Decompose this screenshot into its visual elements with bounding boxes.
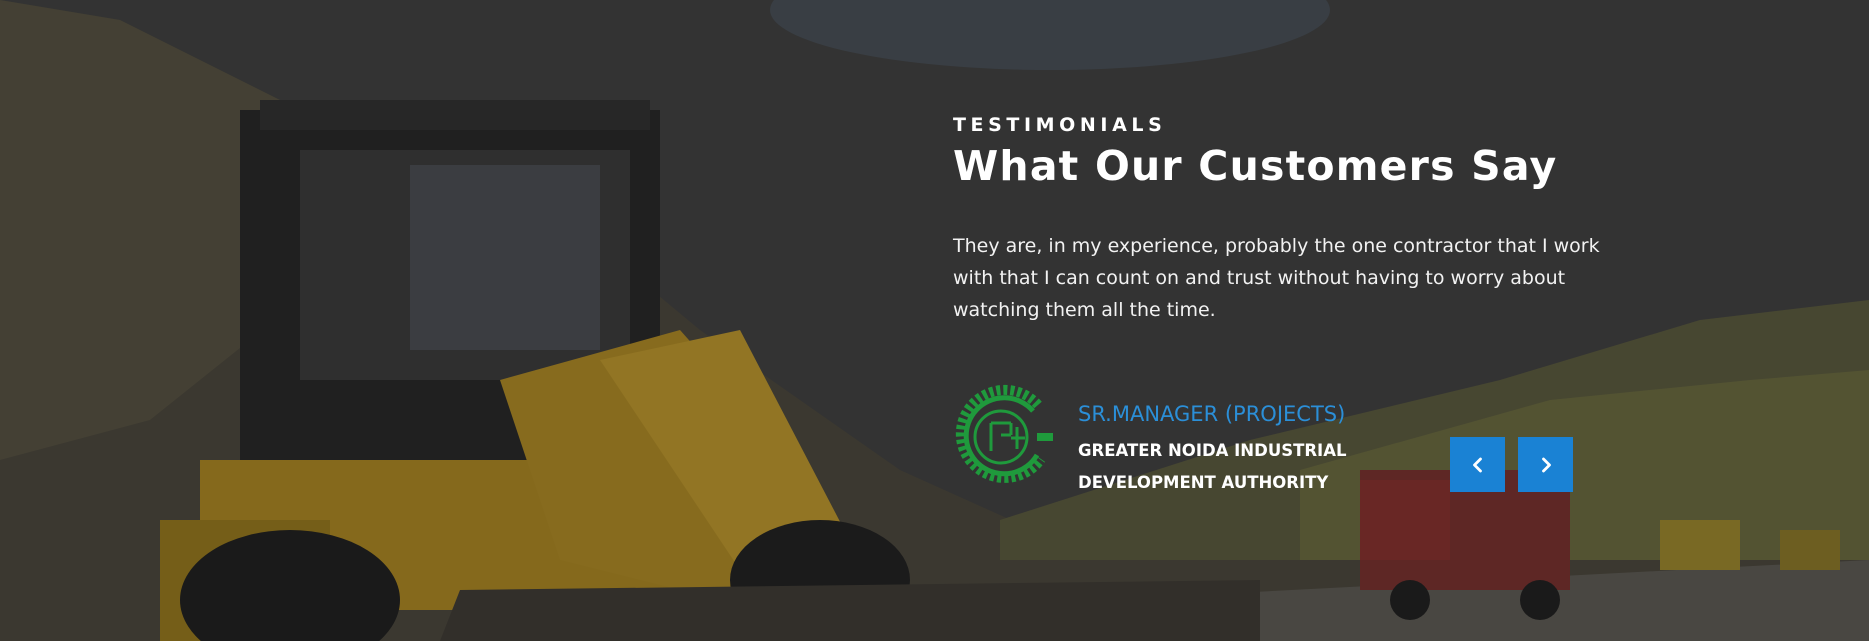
section-heading: What Our Customers Say: [953, 142, 1558, 190]
testimonial-content: TESTIMONIALS What Our Customers Say They…: [953, 114, 1653, 326]
next-testimonial-button[interactable]: [1518, 437, 1573, 492]
testimonials-section: TESTIMONIALS What Our Customers Say They…: [0, 0, 1869, 641]
chevron-left-icon: [1472, 457, 1482, 472]
chevron-right-icon: [1541, 457, 1551, 472]
testimonial-quote: They are, in my experience, probably the…: [953, 235, 1600, 321]
author-role: SR.MANAGER (PROJECTS): [1078, 402, 1346, 426]
section-eyebrow: TESTIMONIALS: [953, 114, 1167, 136]
gnida-logo-icon: [955, 384, 1053, 483]
author-organization: GREATER NOIDA INDUSTRIAL DEVELOPMENT AUT…: [1078, 441, 1347, 492]
prev-testimonial-button[interactable]: [1450, 437, 1505, 492]
